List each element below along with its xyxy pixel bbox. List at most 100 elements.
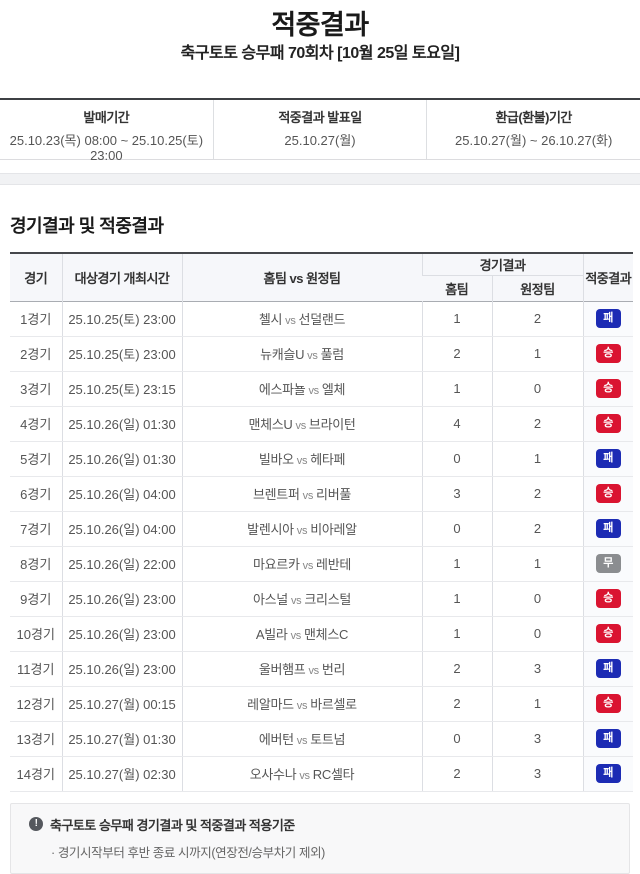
hit-result-cell: 패 (583, 756, 633, 791)
vs-label: vs (288, 595, 304, 607)
game-cell: 11경기 (10, 651, 62, 686)
game-cell: 12경기 (10, 686, 62, 721)
teams-cell: A빌라vs맨체스C (182, 616, 422, 651)
table-row: 6경기 25.10.26(일) 04:00 브렌트퍼vs리버풀 3 2 승 (10, 476, 633, 511)
info-icon: ! (29, 817, 43, 831)
hit-result-cell: 승 (583, 581, 633, 616)
result-badge: 패 (596, 729, 621, 748)
result-badge: 승 (596, 484, 621, 503)
vs-label: vs (288, 630, 304, 642)
game-cell: 6경기 (10, 476, 62, 511)
vs-label: vs (293, 420, 309, 432)
hit-result-cell: 패 (583, 441, 633, 476)
hit-result-cell: 승 (583, 616, 633, 651)
vs-label: vs (300, 490, 316, 502)
col-header-teams: 홈팀 vs 원정팀 (182, 253, 422, 301)
home-team-name: 첼시 (259, 312, 282, 327)
vs-label: vs (282, 315, 298, 327)
table-row: 11경기 25.10.26(일) 23:00 울버햄프vs번리 2 3 패 (10, 651, 633, 686)
round-info-bar: 발매기간 25.10.23(목) 08:00 ~ 25.10.25(토) 23:… (0, 98, 640, 160)
teams-cell: 에스파뇰vs엘체 (182, 371, 422, 406)
away-team-name: RC셀타 (313, 767, 355, 782)
time-cell: 25.10.27(월) 01:30 (62, 721, 182, 756)
away-team-name: 레반테 (316, 557, 351, 572)
game-cell: 7경기 (10, 511, 62, 546)
home-team-name: 아스널 (253, 592, 288, 607)
col-header-time: 대상경기 개최시간 (62, 253, 182, 301)
table-row: 10경기 25.10.26(일) 23:00 A빌라vs맨체스C 1 0 승 (10, 616, 633, 651)
info-label: 발매기간 (0, 110, 213, 125)
page-title: 적중결과 (0, 10, 640, 40)
away-score-cell: 1 (492, 546, 583, 581)
result-badge: 승 (596, 694, 621, 713)
time-cell: 25.10.26(일) 23:00 (62, 616, 182, 651)
result-badge: 승 (596, 624, 621, 643)
away-score-cell: 3 (492, 756, 583, 791)
away-team-name: 비아레알 (310, 522, 357, 537)
away-score-cell: 0 (492, 581, 583, 616)
hit-result-cell: 패 (583, 301, 633, 336)
away-team-name: 헤타페 (310, 452, 345, 467)
col-header-away: 원정팀 (492, 275, 583, 301)
time-cell: 25.10.25(토) 23:15 (62, 371, 182, 406)
home-team-name: 발렌시아 (247, 522, 294, 537)
result-badge: 패 (596, 659, 621, 678)
time-cell: 25.10.25(토) 23:00 (62, 301, 182, 336)
away-score-cell: 1 (492, 686, 583, 721)
home-team-name: A빌라 (256, 627, 288, 642)
section-divider (0, 173, 640, 185)
teams-cell: 울버햄프vs번리 (182, 651, 422, 686)
table-row: 5경기 25.10.26(일) 01:30 빌바오vs헤타페 0 1 패 (10, 441, 633, 476)
result-badge: 승 (596, 589, 621, 608)
away-score-cell: 2 (492, 301, 583, 336)
table-row: 7경기 25.10.26(일) 04:00 발렌시아vs비아레알 0 2 패 (10, 511, 633, 546)
away-score-cell: 1 (492, 336, 583, 371)
results-table: 경기 대상경기 개최시간 홈팀 vs 원정팀 경기결과 적중결과 홈팀 원정팀 … (10, 252, 633, 792)
vs-label: vs (294, 700, 310, 712)
info-label: 적중결과 발표일 (214, 110, 427, 125)
vs-label: vs (294, 455, 310, 467)
result-badge: 승 (596, 414, 621, 433)
game-cell: 2경기 (10, 336, 62, 371)
hit-result-cell: 승 (583, 336, 633, 371)
time-cell: 25.10.27(월) 00:15 (62, 686, 182, 721)
info-label: 환급(환불)기간 (427, 110, 640, 125)
hit-result-cell: 승 (583, 371, 633, 406)
time-cell: 25.10.26(일) 23:00 (62, 651, 182, 686)
vs-label: vs (305, 385, 321, 397)
home-score-cell: 2 (422, 336, 492, 371)
time-cell: 25.10.26(일) 01:30 (62, 441, 182, 476)
hit-result-cell: 승 (583, 476, 633, 511)
home-score-cell: 0 (422, 511, 492, 546)
hit-result-cell: 무 (583, 546, 633, 581)
away-score-cell: 3 (492, 721, 583, 756)
teams-cell: 마요르카vs레반테 (182, 546, 422, 581)
home-score-cell: 2 (422, 756, 492, 791)
teams-cell: 레알마드vs바르셀로 (182, 686, 422, 721)
hit-result-cell: 승 (583, 406, 633, 441)
home-score-cell: 1 (422, 301, 492, 336)
game-cell: 9경기 (10, 581, 62, 616)
footer-note: ! 축구토토 승무패 경기결과 및 적중결과 적용기준 · 경기시작부터 후반 … (10, 803, 630, 874)
home-score-cell: 2 (422, 686, 492, 721)
time-cell: 25.10.26(일) 22:00 (62, 546, 182, 581)
result-badge: 승 (596, 344, 621, 363)
home-team-name: 울버햄프 (259, 662, 306, 677)
away-team-name: 리버풀 (316, 487, 351, 502)
away-score-cell: 2 (492, 476, 583, 511)
game-cell: 5경기 (10, 441, 62, 476)
home-score-cell: 1 (422, 546, 492, 581)
col-header-home: 홈팀 (422, 275, 492, 301)
col-header-match-result: 경기결과 (422, 253, 583, 275)
page-subtitle: 축구토토 승무패 70회차 [10월 25일 토요일] (0, 44, 640, 64)
teams-cell: 아스널vs크리스털 (182, 581, 422, 616)
vs-label: vs (305, 665, 321, 677)
away-team-name: 바르셀로 (310, 697, 357, 712)
info-value: 25.10.27(월) (214, 133, 427, 148)
time-cell: 25.10.26(일) 04:00 (62, 511, 182, 546)
hit-result-cell: 승 (583, 686, 633, 721)
table-row: 14경기 25.10.27(월) 02:30 오사수나vsRC셀타 2 3 패 (10, 756, 633, 791)
time-cell: 25.10.26(일) 23:00 (62, 581, 182, 616)
teams-cell: 맨체스Uvs브라이턴 (182, 406, 422, 441)
hit-result-cell: 패 (583, 651, 633, 686)
